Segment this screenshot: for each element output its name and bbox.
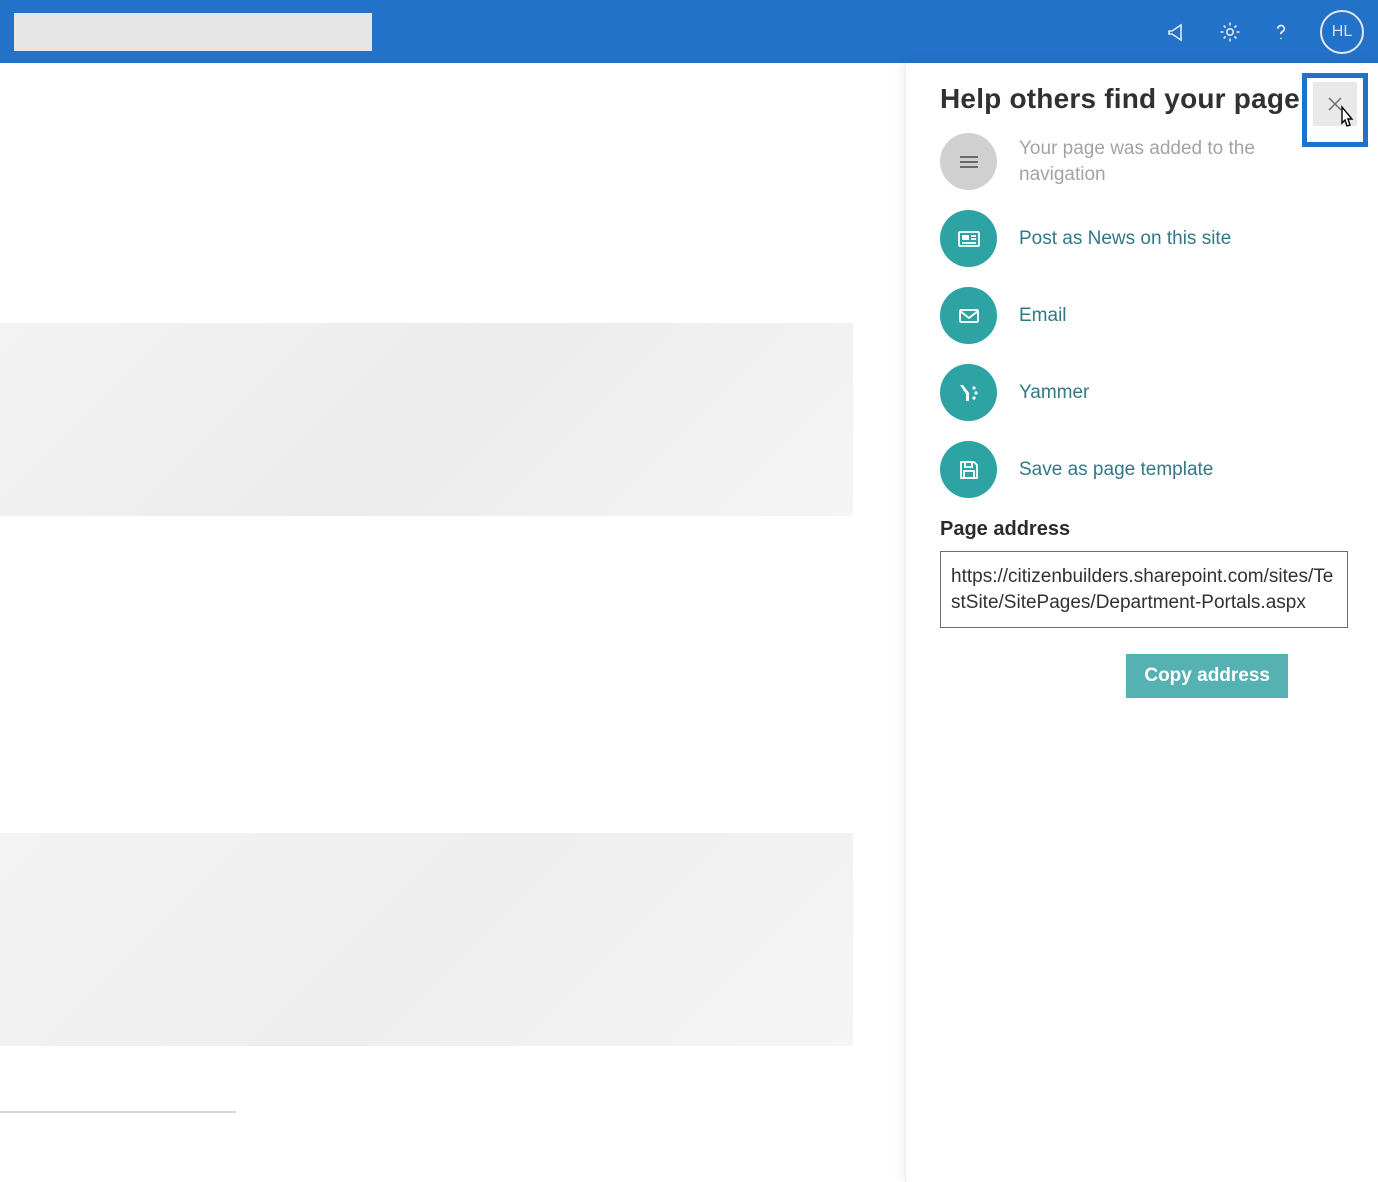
content-inner [0,63,905,1182]
option-label: Post as News on this site [1019,226,1231,252]
option-label: Email [1019,303,1067,329]
option-post-news[interactable]: Post as News on this site [940,210,1344,267]
header-bar: HL [0,0,1378,63]
panel-title: Help others find your page [940,83,1344,115]
news-icon [940,210,997,267]
content-divider [0,1111,236,1113]
save-icon [940,441,997,498]
copy-address-button[interactable]: Copy address [1126,654,1288,698]
close-highlight [1302,73,1368,147]
option-yammer[interactable]: Yammer [940,364,1344,421]
menu-icon [940,133,997,190]
content-area [0,63,905,1182]
option-label: Your page was added to the navigation [1019,136,1344,187]
option-email[interactable]: Email [940,287,1344,344]
page-address-label: Page address [940,518,1344,541]
page-address-field[interactable]: https://citizenbuilders.sharepoint.com/s… [940,551,1348,628]
header-right: HL [1166,10,1364,54]
megaphone-icon[interactable] [1166,20,1190,44]
help-panel: Help others find your page Your page was… [905,63,1378,1182]
avatar[interactable]: HL [1320,10,1364,54]
search-input[interactable] [14,13,372,51]
close-button[interactable] [1313,82,1357,126]
gear-icon[interactable] [1218,20,1242,44]
option-save-template[interactable]: Save as page template [940,441,1344,498]
option-label: Save as page template [1019,457,1213,483]
option-navigation-added: Your page was added to the navigation [940,133,1344,190]
help-icon[interactable] [1270,21,1292,43]
content-band [0,833,853,1046]
option-label: Yammer [1019,380,1089,406]
yammer-icon [940,364,997,421]
avatar-initials: HL [1332,23,1352,41]
email-icon [940,287,997,344]
content-band [0,323,853,516]
